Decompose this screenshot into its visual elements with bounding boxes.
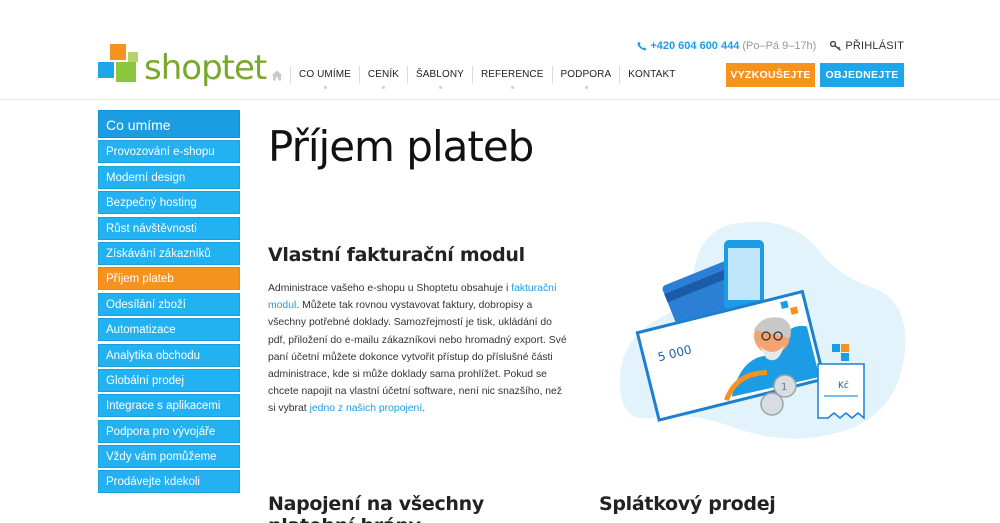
- nav-item-reference[interactable]: REFERENCE: [473, 66, 553, 89]
- nav-item-kontakt[interactable]: KONTAKT: [620, 66, 683, 84]
- receipt-currency: Kč: [838, 380, 849, 391]
- integrations-link[interactable]: jedno z našich propojení: [310, 403, 423, 414]
- sidebar-item-design[interactable]: Moderní design: [98, 165, 240, 189]
- login-link[interactable]: PŘIHLÁSIT: [830, 40, 904, 52]
- coin-value: 1: [781, 382, 787, 393]
- sidebar-item-vyvojari[interactable]: Podpora pro vývojáře: [98, 419, 240, 443]
- login-label: PŘIHLÁSIT: [845, 40, 904, 52]
- order-button[interactable]: OBJEDNEJTE: [820, 63, 904, 87]
- phone-icon: [637, 41, 647, 51]
- logo-wordmark: shoptet: [144, 48, 267, 88]
- section-text-invoicing: Administrace vašeho e-shopu u Shoptetu o…: [268, 280, 568, 418]
- nav-item-podpora[interactable]: PODPORA: [553, 66, 621, 89]
- nav-dot: [382, 86, 386, 89]
- nav-item-label: CO UMÍME: [299, 69, 351, 80]
- smartphone-icon: [724, 240, 764, 310]
- nav-item-label: CENÍK: [367, 69, 399, 80]
- page-title: Příjem plateb: [268, 122, 534, 171]
- nav-item-label: REFERENCE: [480, 69, 544, 80]
- key-icon: [830, 41, 842, 51]
- sidebar-item-integrace[interactable]: Integrace s aplikacemi: [98, 394, 240, 418]
- sidebar-item-odesilani[interactable]: Odesílání zboží: [98, 292, 240, 316]
- phone-number: +420 604 600 444: [650, 40, 740, 52]
- sidebar-item-provozovani[interactable]: Provozování e-shopu: [98, 140, 240, 164]
- nav-dot: [511, 86, 515, 89]
- payments-illustration: 5 000 Kč 1: [619, 221, 906, 439]
- nav-home[interactable]: [263, 66, 291, 84]
- site-header: shoptet +420 604 600 444 (Po–Pá 9–17h) P…: [0, 0, 1000, 100]
- sidebar-item-automatizace[interactable]: Automatizace: [98, 318, 240, 342]
- text-part: .: [422, 403, 426, 415]
- sidebar-menu: Co umíme Provozování e-shopu Moderní des…: [98, 110, 240, 494]
- try-button[interactable]: VYZKOUŠEJTE: [726, 63, 815, 87]
- sidebar-heading[interactable]: Co umíme: [98, 110, 240, 138]
- nav-item-label: ŠABLONY: [415, 69, 464, 80]
- sidebar-item-navstevnost[interactable]: Růst návštěvnosti: [98, 216, 240, 240]
- opening-hours: (Po–Pá 9–17h): [742, 40, 817, 52]
- text-part: Administrace vašeho e-shopu u Shoptetu o…: [268, 283, 512, 294]
- text-part: . Můžete tak rovnou vystavovat faktury, …: [268, 300, 567, 415]
- nav-dot: [323, 86, 327, 89]
- logo-square-lightgreen: [128, 52, 138, 62]
- top-contact-bar: +420 604 600 444 (Po–Pá 9–17h) PŘIHLÁSIT: [637, 40, 904, 52]
- home-icon: [271, 70, 282, 80]
- section-heading-invoicing: Vlastní fakturační modul: [268, 244, 525, 266]
- shoptet-logo[interactable]: shoptet: [98, 44, 268, 90]
- nav-item-sablony[interactable]: ŠABLONY: [408, 66, 473, 89]
- nav-item-label: PODPORA: [560, 69, 612, 80]
- sidebar-item-globalni[interactable]: Globální prodej: [98, 368, 240, 392]
- sidebar-item-platby[interactable]: Příjem plateb: [98, 267, 240, 291]
- nav-item-co-umime[interactable]: CO UMÍME: [291, 66, 360, 89]
- main-nav: CO UMÍME CENÍK ŠABLONY REFERENCE PODPORA…: [263, 64, 683, 89]
- logo-square-green: [116, 62, 136, 82]
- nav-item-cenik[interactable]: CENÍK: [360, 66, 408, 89]
- phone-link[interactable]: +420 604 600 444: [637, 40, 739, 52]
- section-heading-gateways: Napojení na všechny platební brány: [268, 493, 484, 523]
- logo-square-blue: [98, 62, 114, 78]
- sidebar-item-kdekoli[interactable]: Prodávejte kdekoli: [98, 470, 240, 494]
- sidebar-item-hosting[interactable]: Bezpečný hosting: [98, 191, 240, 215]
- sidebar-item-pomoc[interactable]: Vždy vám pomůžeme: [98, 445, 240, 469]
- nav-dot: [438, 86, 442, 89]
- sidebar-item-zakaznici[interactable]: Získávání zákazníků: [98, 241, 240, 265]
- nav-dot: [584, 86, 588, 89]
- logo-square-orange: [110, 44, 126, 60]
- section-heading-installments: Splátkový prodej: [599, 493, 776, 515]
- nav-item-label: KONTAKT: [628, 69, 676, 80]
- sidebar-item-analytika[interactable]: Analytika obchodu: [98, 343, 240, 367]
